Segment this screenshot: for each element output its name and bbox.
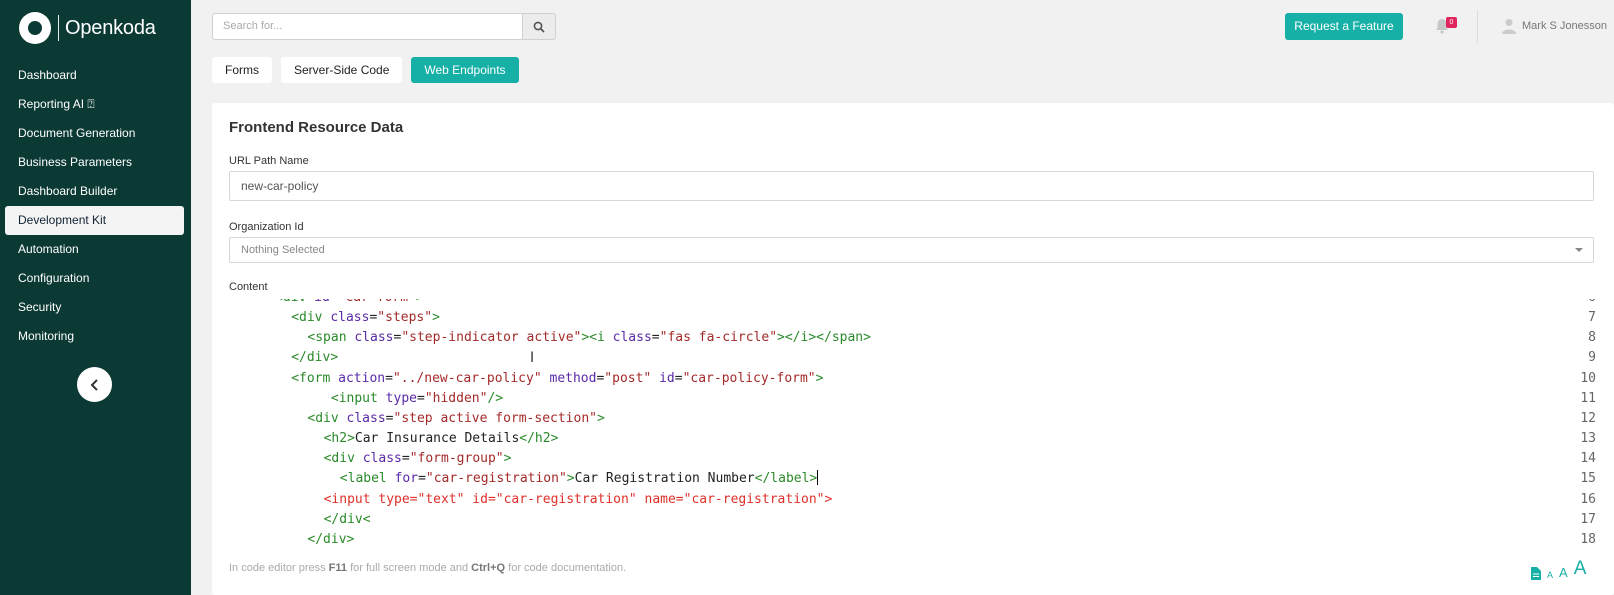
sidebar-item-document-generation[interactable]: Document Generation	[5, 119, 184, 148]
content-label: Content	[229, 281, 268, 293]
line-number: 10	[1580, 370, 1596, 386]
hint-key-ctrlq: Ctrl+Q	[471, 562, 506, 574]
search-button[interactable]	[522, 13, 556, 40]
header-divider	[1477, 10, 1478, 43]
user-icon	[1502, 19, 1516, 34]
sidebar-item-reporting-ai[interactable]: Reporting AI ⍰	[5, 90, 184, 119]
tab-forms[interactable]: Forms	[212, 57, 272, 83]
code-line: </div<	[323, 511, 371, 527]
logo[interactable]: Openkoda	[19, 12, 156, 44]
user-menu[interactable]: Mark S Jonesson	[1502, 18, 1607, 34]
line-number: 12	[1580, 410, 1596, 426]
text-cursor-icon: I	[530, 350, 535, 366]
sidebar-item-development-kit[interactable]: Development Kit	[5, 206, 184, 235]
code-line: <div class="step active form-section">	[307, 410, 605, 426]
font-size-medium-button[interactable]: A	[1559, 565, 1568, 580]
line-number: 14	[1580, 451, 1596, 467]
code-line: <label for="car-registration">Car Regist…	[339, 470, 819, 487]
font-size-large-button[interactable]: A	[1574, 558, 1587, 580]
sidebar-item-configuration[interactable]: Configuration	[5, 264, 184, 293]
sidebar-item-dashboard[interactable]: Dashboard	[5, 61, 184, 90]
line-number: 17	[1580, 511, 1596, 527]
hint-suffix: for code documentation.	[505, 562, 627, 574]
collapse-sidebar-button[interactable]	[77, 367, 112, 402]
page-title: Frontend Resource Data	[229, 119, 404, 136]
code-line: <div class="form-group">	[323, 451, 512, 467]
line-number: 13	[1580, 431, 1596, 447]
chevron-left-icon	[90, 378, 98, 391]
sidebar-item-automation[interactable]: Automation	[5, 235, 184, 264]
tab-server-side-code[interactable]: Server-Side Code	[281, 57, 403, 83]
code-line: </div>	[291, 350, 339, 366]
editor-tools: A A A	[1530, 558, 1586, 580]
line-number: 8	[1588, 330, 1596, 346]
editor-hint: In code editor press F11 for full screen…	[229, 562, 626, 574]
code-line: <span class="step-indicator active"><i c…	[307, 330, 871, 346]
sidebar-item-dashboard-builder[interactable]: Dashboard Builder	[5, 177, 184, 206]
organization-id-select[interactable]: Nothing Selected	[229, 237, 1594, 263]
sidebar-nav: Dashboard Reporting AI ⍰ Document Generati…	[0, 61, 191, 351]
notification-badge: 0	[1446, 17, 1457, 28]
code-line: <form action="../new-car-policy" method=…	[291, 370, 824, 386]
sidebar-item-security[interactable]: Security	[5, 293, 184, 322]
search-icon	[533, 21, 545, 33]
search-input[interactable]: Search for...	[212, 13, 523, 40]
sidebar-item-monitoring[interactable]: Monitoring	[5, 322, 184, 351]
line-number: 7	[1588, 310, 1596, 326]
code-line: </div>	[307, 531, 355, 547]
user-name: Mark S Jonesson	[1522, 20, 1607, 32]
caret-down-icon	[1575, 248, 1583, 252]
logo-divider	[58, 15, 59, 41]
code-line: <input type="hidden"/>	[330, 390, 504, 406]
tab-bar: Forms Server-Side Code Web Endpoints	[212, 57, 519, 83]
sidebar-item-business-parameters[interactable]: Business Parameters	[5, 148, 184, 177]
sidebar: Openkoda Dashboard Reporting AI ⍰ Document…	[0, 0, 191, 595]
hint-mid: for full screen mode and	[347, 562, 472, 574]
hint-prefix: In code editor press	[229, 562, 329, 574]
organization-id-value: Nothing Selected	[241, 244, 325, 256]
line-number: 11	[1580, 390, 1596, 406]
request-feature-button[interactable]: Request a Feature	[1285, 13, 1403, 40]
resource-form-card: Frontend Resource Data URL Path Name new…	[212, 103, 1614, 595]
document-icon[interactable]	[1530, 567, 1541, 580]
logo-icon	[19, 12, 51, 44]
tab-web-endpoints[interactable]: Web Endpoints	[411, 57, 519, 83]
url-path-input[interactable]: new-car-policy	[229, 171, 1594, 201]
logo-text: Openkoda	[65, 16, 156, 39]
line-number: 16	[1580, 491, 1596, 507]
code-line: <input type="text" id="car-registration"…	[323, 491, 833, 507]
url-path-label: URL Path Name	[229, 155, 309, 167]
organization-id-label: Organization Id	[229, 221, 304, 233]
line-number: 9	[1588, 350, 1596, 366]
line-number: 15	[1580, 471, 1596, 487]
code-line: <h2>Car Insurance Details</h2>	[323, 431, 559, 447]
line-number: 18	[1580, 531, 1596, 547]
code-editor[interactable]: 6<div id="car-form">7<div class="steps">…	[229, 299, 1596, 553]
hint-key-f11: F11	[328, 562, 348, 574]
code-line: <div class="steps">	[291, 310, 440, 326]
font-size-small-button[interactable]: A	[1547, 570, 1553, 580]
